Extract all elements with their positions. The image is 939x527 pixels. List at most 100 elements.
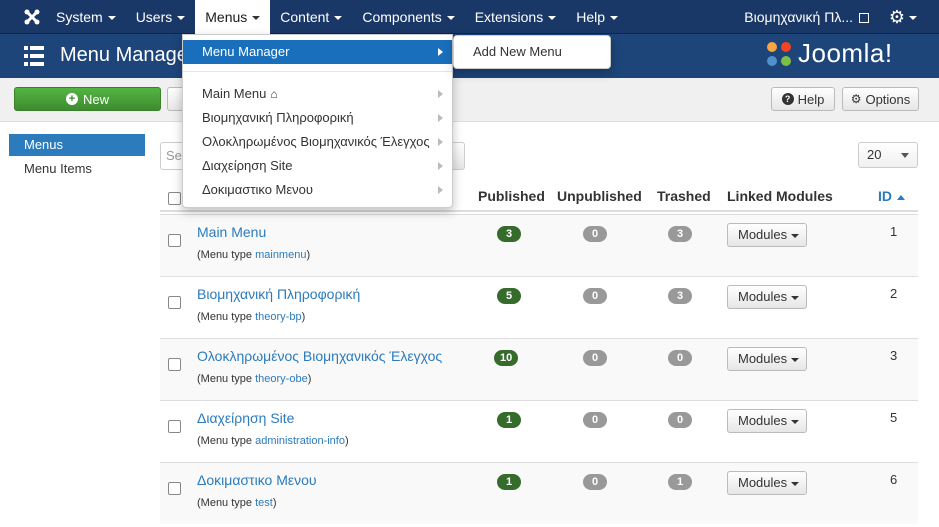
gear-icon: ⚙ — [888, 7, 905, 27]
table-row: Main Menu (Menu type mainmenu) 3 0 3 Mod… — [160, 214, 918, 276]
home-icon: ⌂ — [270, 87, 278, 101]
nav-system[interactable]: System — [46, 0, 126, 34]
caret-down-icon — [791, 233, 800, 238]
nav-components[interactable]: Components — [352, 0, 464, 34]
trashed-badge[interactable]: 0 — [668, 350, 692, 366]
col-linked-modules: Linked Modules — [727, 188, 833, 204]
options-button[interactable]: ⚙ Options — [842, 87, 919, 111]
unpublished-badge[interactable]: 0 — [583, 226, 607, 242]
caret-down-icon — [791, 357, 800, 362]
toolbar: + New ? Help ⚙ Options — [0, 78, 939, 122]
published-badge[interactable]: 3 — [497, 226, 521, 242]
caret-down-icon — [909, 16, 917, 21]
list-limit-select[interactable]: 20 — [858, 142, 918, 168]
row-id: 1 — [890, 224, 898, 239]
modules-dropdown-button[interactable]: Modules — [727, 471, 807, 495]
sidebar-item-menu-items[interactable]: Menu Items — [9, 158, 145, 180]
unpublished-badge[interactable]: 0 — [583, 350, 607, 366]
unpublished-badge[interactable]: 0 — [583, 474, 607, 490]
row-checkbox[interactable] — [168, 420, 181, 433]
row-id: 6 — [890, 472, 898, 487]
caret-down-icon — [107, 16, 116, 21]
caret-down-icon — [901, 153, 909, 158]
caret-down-icon — [177, 16, 186, 21]
sort-up-icon — [897, 194, 905, 200]
sidebar-item-menus[interactable]: Menus — [9, 134, 145, 156]
menu-list-icon — [24, 46, 44, 66]
published-badge[interactable]: 1 — [497, 474, 521, 490]
nav-menus[interactable]: Menus — [195, 0, 271, 34]
col-published[interactable]: Published — [478, 188, 545, 204]
menu-title-link[interactable]: Βιομηχανική Πληροφορική — [197, 286, 360, 302]
published-badge[interactable]: 5 — [497, 288, 521, 304]
trashed-badge[interactable]: 1 — [668, 474, 692, 490]
caret-down-icon — [610, 16, 618, 21]
plus-circle-icon: + — [65, 93, 78, 105]
caret-down-icon — [791, 295, 800, 300]
row-checkbox[interactable] — [168, 234, 181, 247]
caret-right-icon — [438, 162, 443, 170]
caret-down-icon — [446, 16, 455, 21]
joomla-icon[interactable] — [22, 7, 42, 27]
nav-extensions[interactable]: Extensions — [465, 0, 566, 34]
col-unpublished[interactable]: Unpublished — [557, 188, 642, 204]
menu-title-link[interactable]: Διαχείρηση Site — [197, 410, 294, 426]
published-badge[interactable]: 1 — [497, 412, 521, 428]
caret-down-icon — [334, 16, 343, 21]
help-button[interactable]: ? Help — [771, 87, 835, 111]
caret-right-icon — [438, 186, 443, 194]
modules-dropdown-button[interactable]: Modules — [727, 223, 807, 247]
row-checkbox[interactable] — [168, 482, 181, 495]
caret-down-icon — [252, 16, 261, 21]
row-id: 5 — [890, 410, 898, 425]
dropdown-item-menu-manager[interactable]: Menu Manager — [183, 40, 452, 64]
trashed-badge[interactable]: 3 — [668, 288, 692, 304]
nav-users[interactable]: Users — [126, 0, 196, 34]
table-row: Δοκιμαστικο Μενου (Menu type test) 1 0 1… — [160, 462, 918, 524]
unpublished-badge[interactable]: 0 — [583, 412, 607, 428]
table-row: Ολοκληρωμένος Βιομηχανικός Έλεγχος (Menu… — [160, 338, 918, 400]
menu-title-link[interactable]: Ολοκληρωμένος Βιομηχανικός Έλεγχος — [197, 348, 442, 364]
col-id[interactable]: ID — [878, 188, 905, 204]
caret-down-icon — [791, 481, 800, 486]
sidebar: Menus Menu Items — [9, 134, 145, 180]
modules-dropdown-button[interactable]: Modules — [727, 409, 807, 433]
modules-dropdown-button[interactable]: Modules — [727, 285, 807, 309]
caret-down-icon — [791, 419, 800, 424]
menu-title-link[interactable]: Δοκιμαστικο Μενου — [197, 472, 317, 488]
nav-help[interactable]: Help — [566, 0, 628, 34]
menu-type-text: (Menu type mainmenu) — [197, 249, 311, 261]
table-row: Διαχείρηση Site (Menu type administratio… — [160, 400, 918, 462]
dropdown-item-main-menu[interactable]: Main Menu ⌂ — [183, 82, 452, 106]
dropdown-item-menu[interactable]: Δοκιμαστικο Μενου — [183, 178, 452, 202]
add-new-menu-link[interactable]: Add New Menu — [473, 44, 562, 59]
joomla-logo: Joomla! — [764, 38, 893, 69]
published-badge[interactable]: 10 — [494, 350, 519, 366]
row-id: 3 — [890, 348, 898, 363]
row-checkbox[interactable] — [168, 358, 181, 371]
modules-dropdown-button[interactable]: Modules — [727, 347, 807, 371]
dropdown-item-menu[interactable]: Βιομηχανική Πληροφορική — [183, 106, 452, 130]
menu-type-text: (Menu type theory-obe) — [197, 373, 312, 385]
user-menu[interactable]: ⚙ — [889, 5, 917, 29]
menu-type-text: (Menu type administration-info) — [197, 435, 349, 447]
new-button[interactable]: + New — [14, 87, 161, 111]
menu-type-text: (Menu type test) — [197, 497, 277, 509]
main-nav: System Users Menus Content Components Ex… — [46, 0, 628, 34]
row-checkbox[interactable] — [168, 296, 181, 309]
trashed-badge[interactable]: 3 — [668, 226, 692, 242]
caret-right-icon — [438, 138, 443, 146]
select-all-checkbox[interactable] — [168, 192, 181, 205]
dropdown-item-menu[interactable]: Διαχείρηση Site — [183, 154, 452, 178]
joomla-logo-icon — [767, 41, 791, 66]
nav-content[interactable]: Content — [270, 0, 352, 34]
caret-right-icon — [438, 114, 443, 122]
top-navbar: System Users Menus Content Components Ex… — [0, 0, 939, 34]
dropdown-item-menu[interactable]: Ολοκληρωμένος Βιομηχανικός Έλεγχος — [183, 130, 452, 154]
site-link[interactable]: Βιομηχανική Πλ... — [744, 0, 869, 34]
trashed-badge[interactable]: 0 — [668, 412, 692, 428]
col-trashed[interactable]: Trashed — [657, 188, 711, 204]
menu-title-link[interactable]: Main Menu — [197, 224, 266, 240]
unpublished-badge[interactable]: 0 — [583, 288, 607, 304]
caret-down-icon — [548, 16, 557, 21]
